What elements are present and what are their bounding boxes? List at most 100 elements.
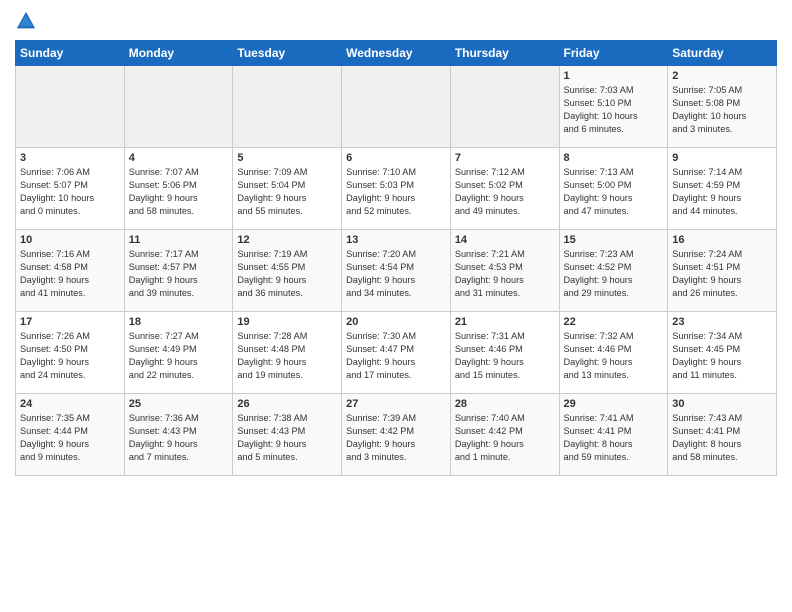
day-number: 18 [129,316,229,328]
day-info: Sunrise: 7:13 AM Sunset: 5:00 PM Dayligh… [564,166,664,218]
header-row: SundayMondayTuesdayWednesdayThursdayFrid… [16,41,777,66]
day-cell: 12 Sunrise: 7:19 AM Sunset: 4:55 PM Dayli… [233,230,342,312]
day-cell: 18 Sunrise: 7:27 AM Sunset: 4:49 PM Dayli… [124,312,233,394]
day-number: 29 [564,398,664,410]
day-info: Sunrise: 7:16 AM Sunset: 4:58 PM Dayligh… [20,248,120,300]
day-number: 20 [346,316,446,328]
day-cell: 25Sunrise: 7:36 AM Sunset: 4:43 PM Dayli… [124,394,233,476]
day-info: Sunrise: 7:27 AM Sunset: 4:49 PM Dayligh… [129,330,229,382]
day-cell: 10 Sunrise: 7:16 AM Sunset: 4:58 PM Dayli… [16,230,125,312]
week-row-0: 1Sunrise: 7:03 AM Sunset: 5:10 PM Daylig… [16,66,777,148]
day-info: Sunrise: 7:19 AM Sunset: 4:55 PM Dayligh… [237,248,337,300]
day-cell: 23Sunrise: 7:34 AM Sunset: 4:45 PM Dayli… [668,312,777,394]
day-cell [342,66,451,148]
day-number: 19 [237,316,337,328]
day-cell: 21 Sunrise: 7:31 AM Sunset: 4:46 PM Dayli… [450,312,559,394]
day-cell: 1Sunrise: 7:03 AM Sunset: 5:10 PM Daylig… [559,66,668,148]
day-cell: 30 Sunrise: 7:43 AM Sunset: 4:41 PM Dayli… [668,394,777,476]
day-info: Sunrise: 7:10 AM Sunset: 5:03 PM Dayligh… [346,166,446,218]
day-info: Sunrise: 7:03 AM Sunset: 5:10 PM Dayligh… [564,84,664,136]
day-cell: 4 Sunrise: 7:07 AM Sunset: 5:06 PM Daylig… [124,148,233,230]
day-number: 3 [20,152,120,164]
day-number: 4 [129,152,229,164]
logo [15,10,41,32]
day-number: 25 [129,398,229,410]
day-info: Sunrise: 7:31 AM Sunset: 4:46 PM Dayligh… [455,330,555,382]
day-cell: 22 Sunrise: 7:32 AM Sunset: 4:46 PM Dayli… [559,312,668,394]
day-number: 22 [564,316,664,328]
day-info: Sunrise: 7:24 AM Sunset: 4:51 PM Dayligh… [672,248,772,300]
day-number: 24 [20,398,120,410]
day-number: 8 [564,152,664,164]
day-cell [16,66,125,148]
day-info: Sunrise: 7:07 AM Sunset: 5:06 PM Dayligh… [129,166,229,218]
day-number: 5 [237,152,337,164]
day-cell: 13Sunrise: 7:20 AM Sunset: 4:54 PM Dayli… [342,230,451,312]
header-cell-saturday: Saturday [668,41,777,66]
day-number: 27 [346,398,446,410]
day-cell: 7 Sunrise: 7:12 AM Sunset: 5:02 PM Daylig… [450,148,559,230]
day-info: Sunrise: 7:40 AM Sunset: 4:42 PM Dayligh… [455,412,555,464]
day-info: Sunrise: 7:43 AM Sunset: 4:41 PM Dayligh… [672,412,772,464]
day-cell: 6 Sunrise: 7:10 AM Sunset: 5:03 PM Daylig… [342,148,451,230]
header-cell-monday: Monday [124,41,233,66]
header-area [15,10,777,32]
day-info: Sunrise: 7:41 AM Sunset: 4:41 PM Dayligh… [564,412,664,464]
header-cell-friday: Friday [559,41,668,66]
day-info: Sunrise: 7:32 AM Sunset: 4:46 PM Dayligh… [564,330,664,382]
header-cell-thursday: Thursday [450,41,559,66]
day-info: Sunrise: 7:21 AM Sunset: 4:53 PM Dayligh… [455,248,555,300]
day-info: Sunrise: 7:28 AM Sunset: 4:48 PM Dayligh… [237,330,337,382]
day-info: Sunrise: 7:05 AM Sunset: 5:08 PM Dayligh… [672,84,772,136]
header-cell-sunday: Sunday [16,41,125,66]
day-number: 14 [455,234,555,246]
day-cell [124,66,233,148]
day-cell: 15 Sunrise: 7:23 AM Sunset: 4:52 PM Dayli… [559,230,668,312]
day-number: 11 [129,234,229,246]
day-info: Sunrise: 7:17 AM Sunset: 4:57 PM Dayligh… [129,248,229,300]
page-container: SundayMondayTuesdayWednesdayThursdayFrid… [0,0,792,486]
day-info: Sunrise: 7:12 AM Sunset: 5:02 PM Dayligh… [455,166,555,218]
day-info: Sunrise: 7:23 AM Sunset: 4:52 PM Dayligh… [564,248,664,300]
day-cell: 5 Sunrise: 7:09 AM Sunset: 5:04 PM Daylig… [233,148,342,230]
day-cell: 26 Sunrise: 7:38 AM Sunset: 4:43 PM Dayli… [233,394,342,476]
day-cell: 19 Sunrise: 7:28 AM Sunset: 4:48 PM Dayli… [233,312,342,394]
day-cell: 2 Sunrise: 7:05 AM Sunset: 5:08 PM Daylig… [668,66,777,148]
day-cell: 20 Sunrise: 7:30 AM Sunset: 4:47 PM Dayli… [342,312,451,394]
day-cell [450,66,559,148]
day-number: 12 [237,234,337,246]
day-cell: 28 Sunrise: 7:40 AM Sunset: 4:42 PM Dayli… [450,394,559,476]
day-number: 6 [346,152,446,164]
day-number: 26 [237,398,337,410]
week-row-1: 3 Sunrise: 7:06 AM Sunset: 5:07 PM Daylig… [16,148,777,230]
day-cell: 9Sunrise: 7:14 AM Sunset: 4:59 PM Daylig… [668,148,777,230]
day-number: 7 [455,152,555,164]
day-cell: 11 Sunrise: 7:17 AM Sunset: 4:57 PM Dayli… [124,230,233,312]
day-number: 10 [20,234,120,246]
week-row-2: 10 Sunrise: 7:16 AM Sunset: 4:58 PM Dayli… [16,230,777,312]
day-number: 15 [564,234,664,246]
week-row-3: 17 Sunrise: 7:26 AM Sunset: 4:50 PM Dayli… [16,312,777,394]
day-cell [233,66,342,148]
day-info: Sunrise: 7:20 AM Sunset: 4:54 PM Dayligh… [346,248,446,300]
day-number: 17 [20,316,120,328]
day-number: 28 [455,398,555,410]
day-info: Sunrise: 7:38 AM Sunset: 4:43 PM Dayligh… [237,412,337,464]
day-cell: 29 Sunrise: 7:41 AM Sunset: 4:41 PM Dayli… [559,394,668,476]
day-info: Sunrise: 7:30 AM Sunset: 4:47 PM Dayligh… [346,330,446,382]
day-cell: 24 Sunrise: 7:35 AM Sunset: 4:44 PM Dayli… [16,394,125,476]
day-cell: 17 Sunrise: 7:26 AM Sunset: 4:50 PM Dayli… [16,312,125,394]
day-info: Sunrise: 7:09 AM Sunset: 5:04 PM Dayligh… [237,166,337,218]
day-info: Sunrise: 7:06 AM Sunset: 5:07 PM Dayligh… [20,166,120,218]
day-cell: 27Sunrise: 7:39 AM Sunset: 4:42 PM Dayli… [342,394,451,476]
day-number: 16 [672,234,772,246]
day-info: Sunrise: 7:26 AM Sunset: 4:50 PM Dayligh… [20,330,120,382]
day-number: 30 [672,398,772,410]
day-cell: 14 Sunrise: 7:21 AM Sunset: 4:53 PM Dayli… [450,230,559,312]
day-info: Sunrise: 7:35 AM Sunset: 4:44 PM Dayligh… [20,412,120,464]
calendar-table: SundayMondayTuesdayWednesdayThursdayFrid… [15,40,777,476]
day-number: 21 [455,316,555,328]
day-cell: 8 Sunrise: 7:13 AM Sunset: 5:00 PM Daylig… [559,148,668,230]
day-number: 2 [672,70,772,82]
day-info: Sunrise: 7:14 AM Sunset: 4:59 PM Dayligh… [672,166,772,218]
